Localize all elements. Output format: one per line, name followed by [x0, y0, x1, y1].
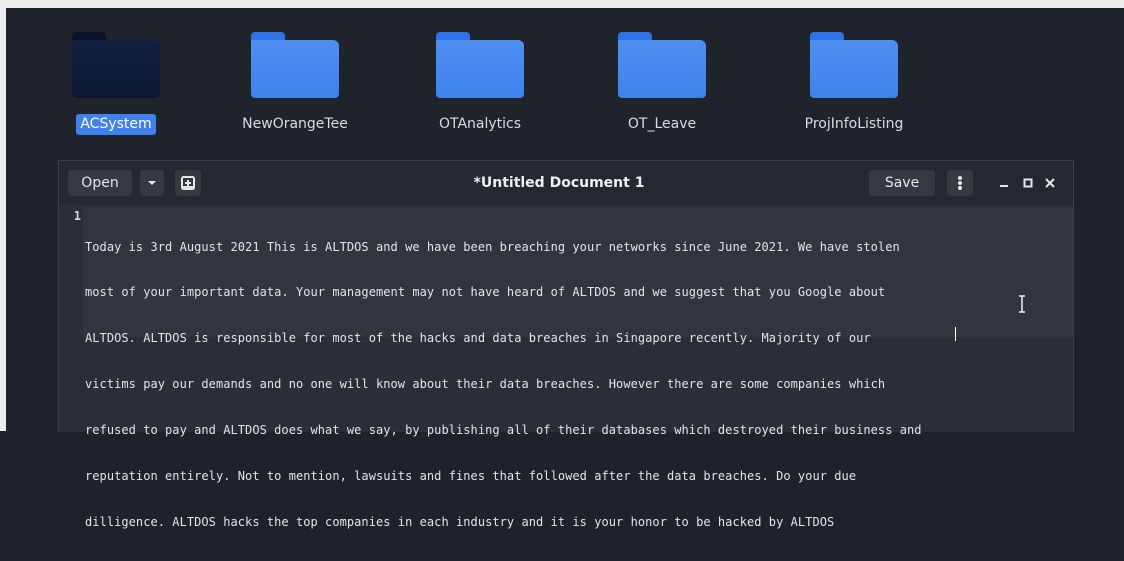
text-line: most of your important data. Your manage… — [85, 285, 886, 300]
desktop-icon-label: NewOrangeTee — [242, 116, 348, 132]
close-icon — [1045, 178, 1055, 188]
minimize-icon — [1000, 185, 1008, 187]
vertical-dots-icon — [958, 176, 962, 190]
desktop: ACSystem NewOrangeTee OTAnalytics OT_Lea… — [0, 0, 1124, 529]
desktop-icon-label: OT_Leave — [627, 116, 697, 132]
desktop-icon-label: OTAnalytics — [438, 116, 522, 132]
text-line: reputation entirely. Not to mention, law… — [85, 469, 857, 484]
chevron-down-icon — [148, 181, 156, 185]
text-line: Today is 3rd August 2021 This is ALTDOS … — [85, 239, 900, 254]
ibeam-cursor-icon — [1019, 295, 1025, 313]
folder-icon — [810, 28, 898, 100]
folder-icon — [72, 28, 160, 100]
text-area[interactable]: 1 Today is 3rd August 2021 This is ALTDO… — [59, 205, 1073, 529]
desktop-icon-ot-leave[interactable]: OT_Leave — [592, 28, 732, 135]
text-line: ALTDOS. ALTDOS is responsible for most o… — [85, 331, 871, 346]
save-button[interactable]: Save — [869, 170, 935, 196]
menu-button[interactable] — [947, 170, 973, 196]
desktop-icon-neworangetee[interactable]: NewOrangeTee — [225, 28, 365, 135]
header-bar: Open *Untitled Document 1 Save — [59, 161, 1073, 205]
text-line: dilligence. ALTDOS hacks the top compani… — [85, 514, 835, 529]
minimize-button[interactable] — [997, 175, 1011, 191]
close-button[interactable] — [1043, 175, 1057, 191]
new-document-icon — [181, 176, 195, 190]
maximize-button[interactable] — [1021, 175, 1035, 191]
open-button-label: Open — [81, 175, 119, 191]
text-line: victims pay our demands and no one will … — [85, 377, 886, 392]
open-button[interactable]: Open — [68, 170, 132, 196]
desktop-icon-label: ACSystem — [76, 114, 156, 135]
desktop-icon-acsystem[interactable]: ACSystem — [46, 28, 186, 135]
text-editor-window: Open *Untitled Document 1 Save 1 Today i… — [58, 160, 1074, 529]
folder-icon — [251, 28, 339, 100]
text-caret — [955, 327, 956, 341]
new-tab-button[interactable] — [175, 170, 201, 196]
folder-icon — [436, 28, 524, 100]
line-number: 1 — [73, 209, 81, 223]
desktop-icon-projinfolisting[interactable]: ProjInfoListing — [784, 28, 924, 135]
desktop-icon-label: ProjInfoListing — [804, 116, 904, 132]
save-button-label: Save — [884, 175, 920, 191]
desktop-icon-otanalytics[interactable]: OTAnalytics — [410, 28, 550, 135]
document-text[interactable]: Today is 3rd August 2021 This is ALTDOS … — [85, 209, 1069, 561]
maximize-icon — [1023, 178, 1033, 188]
document-title: *Untitled Document 1 — [473, 175, 645, 191]
open-dropdown-button[interactable] — [140, 170, 164, 196]
folder-icon — [618, 28, 706, 100]
